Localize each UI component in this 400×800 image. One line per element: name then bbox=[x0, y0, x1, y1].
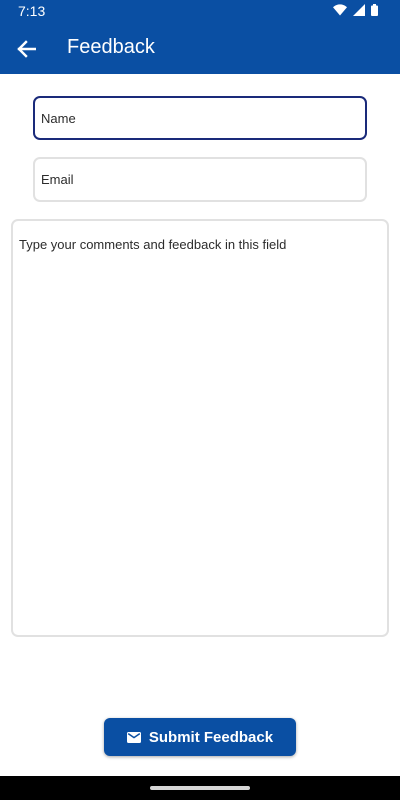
back-arrow-icon bbox=[17, 40, 36, 58]
comments-field[interactable] bbox=[11, 219, 389, 637]
navigation-bar bbox=[0, 776, 400, 800]
back-button[interactable] bbox=[12, 35, 40, 63]
signal-icon bbox=[353, 4, 365, 16]
status-bar: 7:13 bbox=[0, 0, 400, 24]
battery-icon bbox=[371, 4, 378, 16]
wifi-icon bbox=[333, 4, 347, 16]
submit-feedback-button[interactable]: Submit Feedback bbox=[104, 718, 296, 756]
status-icons bbox=[333, 4, 378, 16]
app-header: 7:13 Feedback bbox=[0, 0, 400, 74]
email-field[interactable] bbox=[33, 157, 367, 202]
page-title: Feedback bbox=[67, 36, 155, 58]
name-field[interactable] bbox=[33, 96, 367, 140]
mail-icon bbox=[126, 731, 141, 743]
submit-label: Submit Feedback bbox=[148, 728, 274, 746]
gesture-handle[interactable] bbox=[150, 786, 250, 790]
toolbar: Feedback bbox=[0, 24, 400, 74]
status-time: 7:13 bbox=[18, 3, 46, 19]
